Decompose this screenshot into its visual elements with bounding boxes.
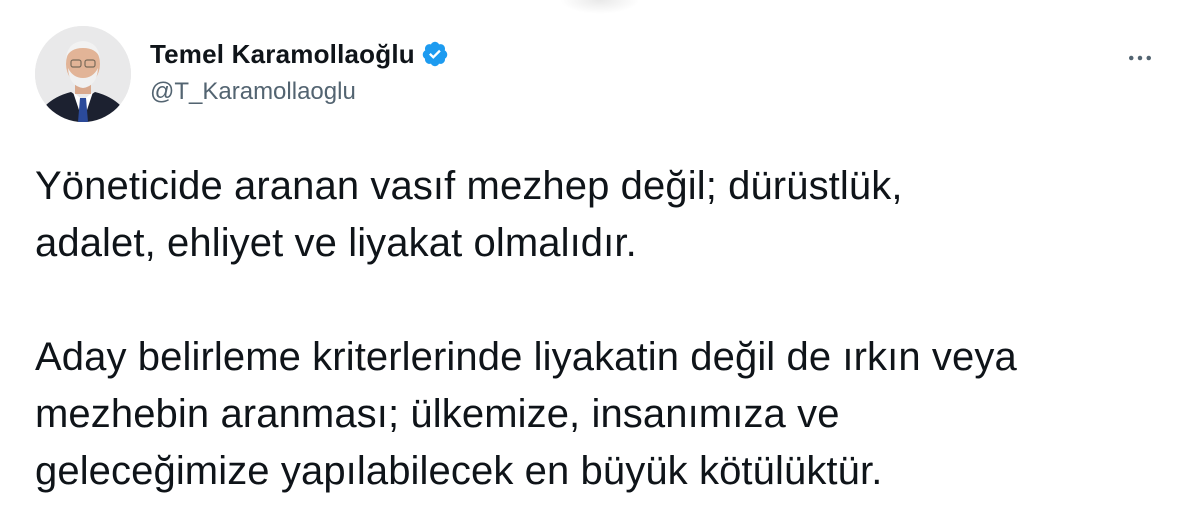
display-name[interactable]: Temel Karamollaoğlu (150, 39, 415, 70)
top-shadow-decoration (560, 0, 640, 14)
author-info: Temel Karamollaoğlu @T_Karamollaoglu (150, 36, 449, 106)
verified-badge-icon (421, 40, 449, 68)
tweet-card: Temel Karamollaoğlu @T_Karamollaoglu Yön… (0, 0, 1200, 521)
avatar-image (35, 26, 131, 122)
tweet-text: Yöneticide aranan vasıf mezhep değil; dü… (35, 164, 1017, 493)
handle[interactable]: @T_Karamollaoglu (150, 78, 449, 106)
more-options-icon (1129, 55, 1151, 61)
avatar[interactable] (35, 26, 131, 122)
tweet-header: Temel Karamollaoğlu @T_Karamollaoglu (35, 26, 1170, 126)
more-options-button[interactable] (1120, 38, 1160, 78)
display-name-row: Temel Karamollaoğlu (150, 36, 449, 72)
